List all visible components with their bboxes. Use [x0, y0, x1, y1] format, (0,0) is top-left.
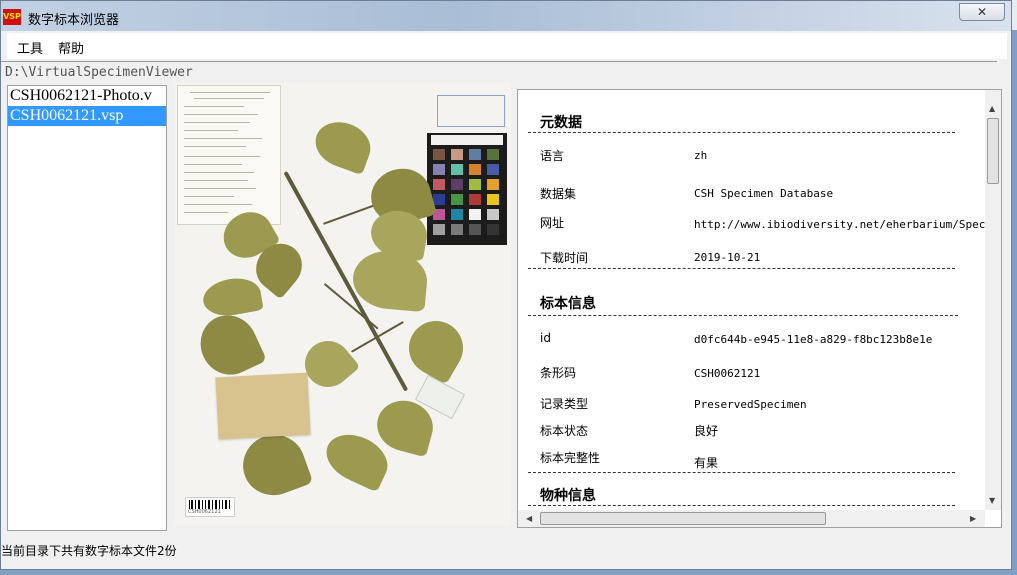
field-value: 良好 [694, 424, 719, 438]
seed-envelope [215, 372, 311, 440]
color-checker-card [427, 133, 507, 245]
vertical-scrollbar[interactable]: ▲ ▼ [985, 90, 1001, 510]
divider [528, 315, 958, 316]
menu-help[interactable]: 帮助 [58, 38, 84, 57]
scroll-right-arrow-icon[interactable]: ▶ [970, 514, 976, 523]
field-value-link[interactable]: http://www.ibiodiversity.net/eherbarium/… [694, 218, 1001, 231]
horizontal-scroll-thumb[interactable] [540, 512, 826, 525]
field-key: 语言 [540, 149, 565, 163]
close-button[interactable]: ✕ [959, 3, 1005, 21]
field-key: 记录类型 [540, 397, 589, 411]
herbarium-stamp [437, 95, 505, 127]
horizontal-scrollbar[interactable]: ◀ ▶ [518, 510, 985, 527]
field-key: 数据集 [540, 187, 577, 201]
field-key: 条形码 [540, 366, 577, 380]
field-key: 标本状态 [540, 424, 589, 438]
ginkgo-leaf [190, 305, 268, 385]
barcode-text: CSH0062121 [188, 509, 221, 515]
title-bar[interactable]: VSP 数字标本浏览器 ✕ [1, 1, 1011, 31]
field-key: 标本完整性 [540, 451, 601, 465]
ginkgo-leaf [399, 311, 473, 385]
divider [528, 472, 955, 473]
ginkgo-leaf [200, 274, 264, 320]
field-key: id [540, 331, 551, 345]
current-path: D:\VirtualSpecimenViewer [5, 65, 193, 80]
section-title-metadata: 元数据 [540, 115, 582, 131]
field-key: 网址 [540, 216, 565, 230]
app-window: VSP 数字标本浏览器 ✕ 工具 帮助 D:\VirtualSpecimenVi… [0, 0, 1012, 570]
field-value: CSH0062121 [694, 367, 761, 380]
vertical-scroll-thumb[interactable] [987, 118, 999, 184]
menu-bar: 工具 帮助 [7, 33, 1007, 59]
scroll-down-arrow-icon[interactable]: ▼ [989, 496, 995, 505]
divider [528, 505, 955, 506]
scroll-left-arrow-icon[interactable]: ◀ [526, 514, 532, 523]
field-value: d0fc644b-e945-11e8-a829-f8bc123b8e1e [694, 333, 933, 346]
scroll-up-arrow-icon[interactable]: ▲ [989, 104, 995, 113]
status-bar-text: 当前目录下共有数字标本文件2份 [1, 544, 177, 558]
menu-tools[interactable]: 工具 [17, 38, 43, 57]
field-value: CSH Specimen Database [694, 187, 834, 200]
field-key: 下载时间 [540, 251, 589, 265]
divider [528, 132, 955, 133]
field-value: zh [694, 149, 708, 162]
ginkgo-leaf [309, 114, 377, 176]
field-value: 2019-10-21 [694, 251, 761, 264]
divider [1, 61, 997, 62]
file-list[interactable]: CSH0062121-Photo.v CSH0062121.vsp [7, 85, 167, 531]
file-item-photo[interactable]: CSH0062121-Photo.v [8, 86, 166, 106]
ginkgo-twig [351, 321, 404, 353]
window-title: 数字标本浏览器 [28, 13, 120, 28]
section-title-specimen: 标本信息 [540, 296, 596, 312]
divider [528, 268, 955, 269]
section-title-species: 物种信息 [540, 488, 596, 504]
field-value: PreservedSpecimen [694, 398, 807, 411]
specimen-image: CSH0062121 [175, 83, 511, 525]
info-panel[interactable]: 元数据 语言 zh 数据集 CSH Specimen Database 网址 h… [517, 89, 1002, 528]
file-item-vsp[interactable]: CSH0062121.vsp [8, 106, 166, 126]
barcode: CSH0062121 [185, 497, 235, 517]
app-icon: VSP [3, 9, 21, 25]
field-value: 有果 [694, 456, 719, 470]
specimen-label [177, 85, 281, 225]
